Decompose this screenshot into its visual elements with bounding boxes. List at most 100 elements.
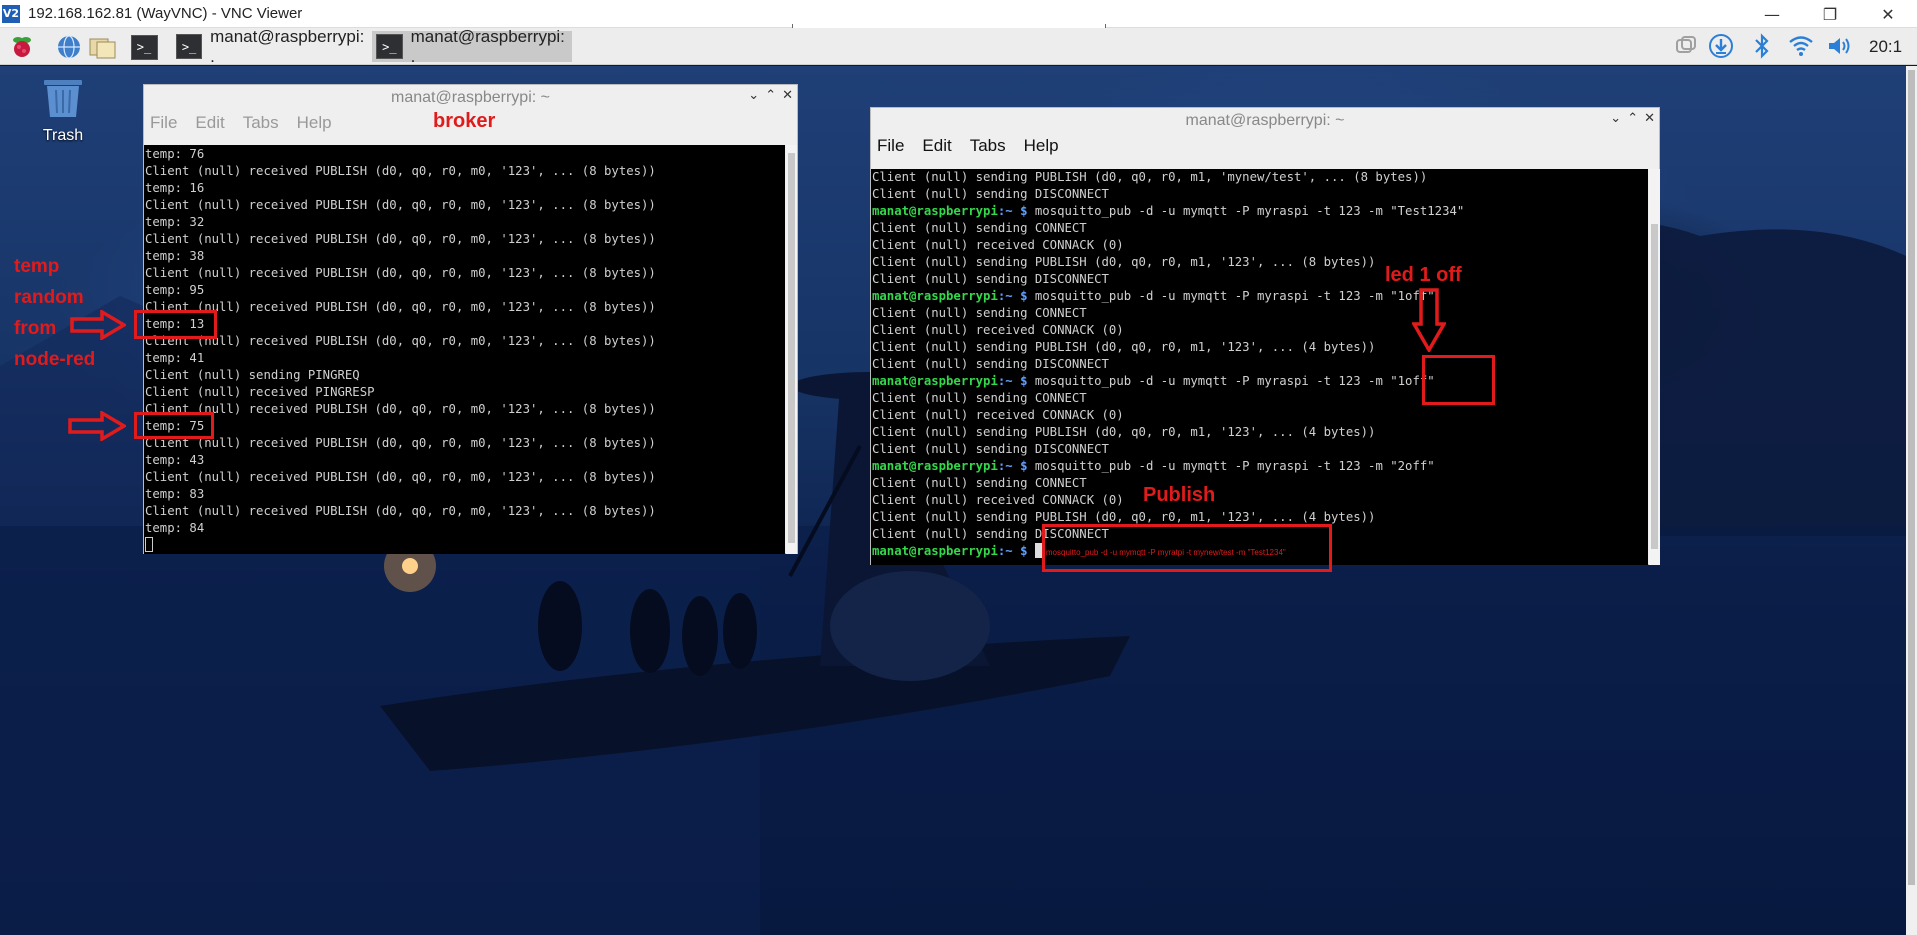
terminal-scrollbar[interactable] [786, 145, 797, 554]
taskbar-item-terminal-1[interactable]: >_ manat@raspberrypi: . [172, 27, 368, 66]
raspberry-menu-icon[interactable] [8, 33, 36, 61]
menu-edit[interactable]: Edit [922, 136, 951, 156]
prompt-path: :~ $ [997, 459, 1028, 473]
terminal-launcher-icon[interactable]: >_ [130, 33, 158, 61]
terminal-line: Client (null) sending DISCONNECT [872, 442, 1109, 456]
command-text: mosquitto_pub -d -u mymqtt -P myraspi -t… [1027, 459, 1435, 473]
prompt-user: manat@raspberrypi [872, 374, 998, 388]
sync-icon[interactable] [1672, 32, 1700, 60]
terminal-titlebar[interactable]: manat@raspberrypi: ~ ⌄ ⌃ ✕ [144, 85, 797, 111]
terminal-line: Client (null) received CONNACK (0) [872, 238, 1124, 252]
menu-file[interactable]: File [877, 136, 904, 156]
terminal-line: Client (null) sending CONNECT [872, 306, 1087, 320]
terminal-line: Client (null) received PUBLISH (d0, q0, … [145, 266, 656, 280]
clock[interactable]: 20:1 [1869, 37, 1902, 57]
terminal-line: manat@raspberrypi:~ $ mosquitto_pub -d -… [872, 288, 1648, 305]
vnc-window-title: 192.168.162.81 (WayVNC) - VNC Viewer [28, 5, 303, 22]
terminal-line: temp: 16 [145, 181, 205, 195]
menu-file[interactable]: File [150, 113, 177, 133]
terminal-line: temp: 83 [145, 487, 205, 501]
trash-icon [44, 80, 82, 117]
prompt-path: :~ $ [997, 544, 1028, 558]
annotation-line: random [14, 287, 84, 308]
terminal-icon: >_ [376, 34, 403, 59]
terminal-scrollbar[interactable] [1649, 169, 1660, 565]
scrollbar-thumb[interactable] [788, 153, 795, 543]
command-text: mosquitto_pub -d -u mymqtt -P myraspi -t… [1027, 374, 1435, 388]
menu-edit[interactable]: Edit [195, 113, 224, 133]
vnc-window-controls: — ❐ ✕ [1743, 0, 1917, 28]
annotation-line: node-red [14, 349, 96, 370]
broker-terminal-window[interactable]: manat@raspberrypi: ~ ⌄ ⌃ ✕ File Edit Tab… [143, 84, 798, 554]
prompt-user: manat@raspberrypi [872, 459, 998, 473]
publisher-terminal-output[interactable]: Client (null) sending PUBLISH (d0, q0, r… [871, 169, 1648, 565]
menu-tabs[interactable]: Tabs [970, 136, 1006, 156]
command-text: mosquitto_pub -d -u mymqtt -P myraspi -t… [1027, 289, 1435, 303]
terminal-title: manat@raspberrypi: ~ [1185, 112, 1345, 129]
terminal-line: Client (null) sending DISCONNECT [872, 357, 1109, 371]
terminal-line: temp: 41 [145, 351, 205, 365]
terminal-window-controls: ⌄ ⌃ ✕ [748, 88, 793, 103]
trash-label: Trash [42, 127, 84, 144]
menu-help[interactable]: Help [1024, 136, 1059, 156]
vnc-vertical-scrollbar[interactable] [1906, 66, 1917, 935]
scrollbar-thumb[interactable] [1908, 70, 1915, 885]
file-manager-icon[interactable] [89, 33, 117, 61]
terminal-line: manat@raspberrypi:~ $ mosquitto_pub -d -… [872, 203, 1648, 220]
terminal-line: Client (null) sending PUBLISH (d0, q0, r… [872, 255, 1376, 269]
menu-tabs[interactable]: Tabs [243, 113, 279, 133]
terminal-line: Client (null) received PUBLISH (d0, q0, … [145, 402, 656, 416]
highlight-publish-command [1042, 524, 1332, 572]
volume-icon[interactable] [1826, 32, 1854, 60]
annotation-line: temp [14, 256, 60, 277]
prompt-path: :~ $ [997, 204, 1028, 218]
terminal-line: temp: 13 [145, 317, 205, 331]
prompt-path: :~ $ [997, 374, 1028, 388]
terminal-line: Client (null) sending PUBLISH (d0, q0, r… [872, 425, 1376, 439]
terminal-icon: >_ [176, 34, 203, 59]
prompt-user: manat@raspberrypi [872, 289, 998, 303]
close-icon[interactable]: ✕ [1644, 111, 1655, 126]
wifi-icon[interactable] [1787, 32, 1815, 60]
download-icon[interactable] [1707, 32, 1735, 60]
terminal-line: temp: 43 [145, 453, 205, 467]
taskbar-item-terminal-2[interactable]: >_ manat@raspberrypi: . [372, 27, 572, 66]
terminal-line: Client (null) sending DISCONNECT [872, 187, 1109, 201]
trash-desktop-item[interactable]: Trash [38, 78, 88, 145]
taskbar-item-label: manat@raspberrypi: . [410, 26, 565, 66]
terminal-line: Client (null) sending CONNECT [872, 221, 1087, 235]
arrow-right-icon [68, 411, 126, 441]
bluetooth-icon[interactable] [1748, 32, 1776, 60]
publisher-terminal-window[interactable]: manat@raspberrypi: ~ ⌄ ⌃ ✕ File Edit Tab… [870, 107, 1660, 565]
menu-help[interactable]: Help [297, 113, 332, 133]
prompt-user: manat@raspberrypi [872, 204, 998, 218]
highlight-temp-75 [134, 412, 214, 439]
terminal-line: Client (null) received PUBLISH (d0, q0, … [145, 436, 656, 450]
restore-button[interactable]: ❐ [1801, 0, 1859, 28]
terminal-line: temp: 32 [145, 215, 205, 229]
command-text: mosquitto_pub -d -u mymqtt -P myraspi -t… [1027, 204, 1465, 218]
terminal-line: temp: 76 [145, 147, 205, 161]
close-button[interactable]: ✕ [1859, 0, 1917, 28]
broker-terminal-output[interactable]: temp: 76 Client (null) received PUBLISH (… [144, 145, 785, 554]
prompt-user: manat@raspberrypi [872, 544, 998, 558]
close-icon[interactable]: ✕ [782, 88, 793, 103]
terminal-line: Client (null) sending PINGREQ [145, 368, 360, 382]
terminal-line: Client (null) sending CONNECT [872, 476, 1087, 490]
terminal-title: manat@raspberrypi: ~ [391, 89, 550, 106]
terminal-line: temp: 84 [145, 521, 205, 535]
minimize-button[interactable]: — [1743, 0, 1801, 28]
taskbar-panel: >_ >_ manat@raspberrypi: . >_ manat@rasp… [0, 27, 1917, 66]
terminal-line: Client (null) received PUBLISH (d0, q0, … [145, 334, 656, 348]
arrow-right-icon [70, 310, 126, 340]
terminal-line: temp: 38 [145, 249, 205, 263]
browser-globe-icon[interactable] [55, 33, 83, 61]
chevron-down-icon[interactable]: ⌄ [748, 88, 759, 103]
chevron-up-icon[interactable]: ⌃ [1627, 111, 1638, 126]
terminal-line: Client (null) received CONNACK (0) [872, 323, 1124, 337]
terminal-titlebar[interactable]: manat@raspberrypi: ~ ⌄ ⌃ ✕ [871, 108, 1659, 134]
scrollbar-thumb[interactable] [1651, 224, 1658, 549]
chevron-up-icon[interactable]: ⌃ [765, 88, 776, 103]
chevron-down-icon[interactable]: ⌄ [1610, 111, 1621, 126]
terminal-line: Client (null) sending CONNECT [872, 391, 1087, 405]
